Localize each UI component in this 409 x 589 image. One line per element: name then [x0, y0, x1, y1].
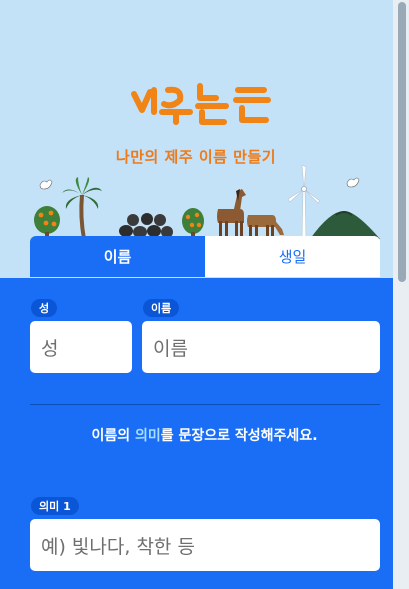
oreum-hill-icon — [310, 211, 380, 239]
tab-birthday[interactable]: 생일 — [205, 236, 380, 277]
meaning-1-label: 의미 1 — [31, 497, 79, 515]
jeju-scene-illustration — [0, 165, 392, 245]
meaning-instruction: 이름의 의미를 문장으로 작성해주세요. — [0, 425, 409, 445]
scrollbar-thumb[interactable] — [398, 2, 406, 282]
given-name-input[interactable]: 이름 — [142, 321, 380, 373]
given-name-label: 이름 — [143, 299, 180, 317]
scrollbar-track[interactable] — [393, 0, 409, 589]
mode-tabs: 이름 생일 — [30, 236, 380, 277]
surname-label: 성 — [31, 299, 58, 317]
instruction-suffix: 를 문장으로 작성해주세요. — [160, 428, 318, 444]
tab-name[interactable]: 이름 — [30, 236, 205, 277]
bird-icon-right — [346, 177, 360, 188]
tangerine-tree-icon-2 — [182, 208, 204, 239]
surname-placeholder: 성 — [41, 337, 59, 360]
meaning-1-placeholder: 예) 빛나다, 착한 등 — [41, 535, 195, 558]
tangerine-tree-icon — [34, 206, 60, 239]
given-name-placeholder: 이름 — [153, 337, 188, 360]
palm-tree-icon — [62, 177, 102, 239]
section-divider — [30, 404, 380, 405]
meaning-1-input[interactable]: 예) 빛나다, 착한 등 — [30, 519, 380, 571]
stone-wall-icon — [119, 213, 173, 238]
bird-icon — [39, 179, 53, 190]
tagline: 나만의 제주 이름 만들기 — [115, 148, 277, 166]
horse-icon — [217, 189, 246, 237]
instruction-highlight: 의미 — [135, 428, 161, 444]
jeju-logo — [128, 78, 278, 132]
instruction-prefix: 이름의 — [91, 428, 135, 444]
surname-input[interactable]: 성 — [30, 321, 132, 373]
grazing-horse-icon — [247, 215, 284, 237]
